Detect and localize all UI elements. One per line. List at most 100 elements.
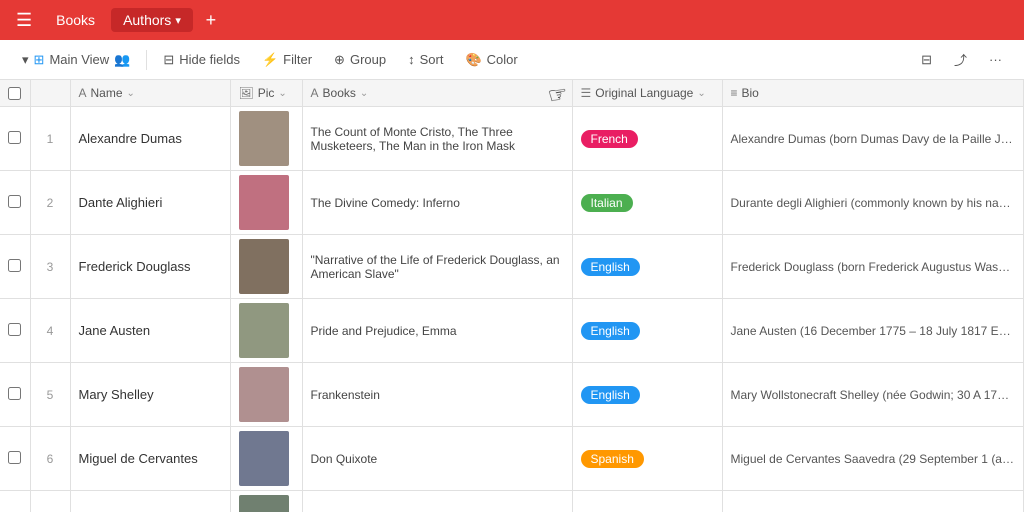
language-badge[interactable]: Spanish: [581, 450, 644, 468]
row-bio: Durante degli Alighieri (commonly known …: [722, 171, 1024, 235]
row-author-pic-cell[interactable]: [230, 107, 302, 171]
toolbar-right: ⊟ ⤴ ···: [911, 46, 1012, 73]
row-checkbox-cell[interactable]: [0, 491, 30, 512]
tab-authors[interactable]: Authors ▾: [111, 8, 193, 32]
row-author-pic-cell[interactable]: [230, 299, 302, 363]
col-header-books-label: Books: [323, 86, 356, 100]
row-author-name[interactable]: Sun Tzu: [70, 491, 230, 512]
col-header-bio[interactable]: ≡ Bio: [722, 80, 1024, 107]
add-tab-button[interactable]: +: [197, 6, 225, 34]
row-checkbox-cell[interactable]: [0, 107, 30, 171]
col-header-check[interactable]: [0, 80, 30, 107]
col-pic-sort-icon: ⌄: [278, 88, 286, 99]
row-bio: Frederick Douglass (born Frederick Augus…: [722, 235, 1024, 299]
row-language[interactable]: Italian: [572, 171, 722, 235]
color-icon: 🎨: [465, 52, 481, 68]
row-checkbox-cell[interactable]: [0, 235, 30, 299]
row-books[interactable]: The Art of War: [302, 491, 572, 512]
hide-fields-button[interactable]: ⊟ Hide fields: [153, 48, 250, 72]
menu-icon[interactable]: ☰: [8, 6, 40, 35]
row-language[interactable]: Spanish: [572, 427, 722, 491]
table-row: 6 Miguel de Cervantes Don Quixote Spanis…: [0, 427, 1024, 491]
language-badge[interactable]: English: [581, 386, 640, 404]
row-language[interactable]: Chinese: [572, 491, 722, 512]
row-checkbox[interactable]: [8, 387, 21, 400]
filter-label: Filter: [283, 52, 312, 67]
view-selector[interactable]: ▾ ⊞ Main View 👥: [12, 48, 140, 72]
col-header-num: [30, 80, 70, 107]
col-header-pic[interactable]: 🖼 Pic ⌄: [230, 80, 302, 107]
row-author-name[interactable]: Dante Alighieri: [70, 171, 230, 235]
row-books[interactable]: The Divine Comedy: Inferno: [302, 171, 572, 235]
row-number: 5: [30, 363, 70, 427]
row-books[interactable]: "Narrative of the Life of Frederick Doug…: [302, 235, 572, 299]
table-row: 2 Dante Alighieri The Divine Comedy: Inf…: [0, 171, 1024, 235]
top-bar: ☰ Books Authors ▾ +: [0, 0, 1024, 40]
row-language[interactable]: English: [572, 363, 722, 427]
group-button[interactable]: ⊕ Group: [324, 48, 396, 72]
language-badge[interactable]: French: [581, 130, 638, 148]
tab-authors-label: Authors: [123, 12, 171, 28]
view-users-icon: 👥: [114, 52, 130, 68]
row-author-name[interactable]: Mary Shelley: [70, 363, 230, 427]
row-author-name[interactable]: Miguel de Cervantes: [70, 427, 230, 491]
filter-button[interactable]: ⚡ Filter: [252, 48, 322, 72]
more-button[interactable]: ···: [979, 48, 1012, 71]
row-author-name[interactable]: Alexandre Dumas: [70, 107, 230, 171]
share-button[interactable]: ⤴: [944, 46, 977, 73]
row-author-pic: [239, 239, 289, 294]
row-author-name[interactable]: Frederick Douglass: [70, 235, 230, 299]
more-icon: ···: [989, 52, 1002, 67]
col-name-text-icon: A: [79, 86, 87, 100]
row-books[interactable]: Don Quixote: [302, 427, 572, 491]
row-checkbox[interactable]: [8, 259, 21, 272]
row-number: 4: [30, 299, 70, 363]
row-checkbox-cell[interactable]: [0, 427, 30, 491]
row-language[interactable]: English: [572, 299, 722, 363]
language-badge[interactable]: Italian: [581, 194, 633, 212]
row-language[interactable]: English: [572, 235, 722, 299]
group-icon: ⊕: [334, 52, 345, 68]
col-header-bio-label: Bio: [742, 86, 759, 100]
table-container: A Name ⌄ 🖼 Pic ⌄ A Books: [0, 80, 1024, 512]
row-height-button[interactable]: ⊟: [911, 48, 942, 72]
row-author-pic-cell[interactable]: [230, 171, 302, 235]
language-badge[interactable]: English: [581, 322, 640, 340]
col-books-text-icon: A: [311, 86, 319, 100]
row-author-pic-cell[interactable]: [230, 363, 302, 427]
row-checkbox[interactable]: [8, 451, 21, 464]
row-author-pic-cell[interactable]: [230, 427, 302, 491]
row-checkbox-cell[interactable]: [0, 299, 30, 363]
col-books-sort-icon: ⌄: [360, 88, 368, 99]
row-books[interactable]: Frankenstein: [302, 363, 572, 427]
row-bio: Sun Tzu (also rendered as Sun Zi; Chines…: [722, 491, 1024, 512]
row-author-pic: [239, 495, 289, 512]
tab-authors-arrow: ▾: [175, 14, 181, 27]
row-checkbox[interactable]: [8, 195, 21, 208]
sort-icon: ↕: [408, 52, 415, 67]
tab-books[interactable]: Books: [44, 8, 107, 32]
col-header-books[interactable]: A Books ⌄: [302, 80, 572, 107]
col-header-name[interactable]: A Name ⌄: [70, 80, 230, 107]
row-author-name[interactable]: Jane Austen: [70, 299, 230, 363]
row-books[interactable]: The Count of Monte Cristo, The Three Mus…: [302, 107, 572, 171]
row-number: 2: [30, 171, 70, 235]
language-badge[interactable]: English: [581, 258, 640, 276]
row-author-pic-cell[interactable]: [230, 491, 302, 512]
row-checkbox[interactable]: [8, 131, 21, 144]
table-row: 3 Frederick Douglass "Narrative of the L…: [0, 235, 1024, 299]
row-author-pic-cell[interactable]: [230, 235, 302, 299]
color-button[interactable]: 🎨 Color: [455, 48, 527, 72]
table-row: 1 Alexandre Dumas The Count of Monte Cri…: [0, 107, 1024, 171]
col-header-language[interactable]: ☰ Original Language ⌄: [572, 80, 722, 107]
row-checkbox-cell[interactable]: [0, 363, 30, 427]
sort-button[interactable]: ↕ Sort: [398, 48, 453, 71]
view-label: Main View: [49, 52, 109, 67]
row-checkbox[interactable]: [8, 323, 21, 336]
row-books[interactable]: Pride and Prejudice, Emma: [302, 299, 572, 363]
col-bio-text-icon: ≡: [731, 86, 738, 100]
row-language[interactable]: French: [572, 107, 722, 171]
col-lang-select-icon: ☰: [581, 86, 592, 100]
row-checkbox-cell[interactable]: [0, 171, 30, 235]
select-all-checkbox[interactable]: [8, 87, 21, 100]
